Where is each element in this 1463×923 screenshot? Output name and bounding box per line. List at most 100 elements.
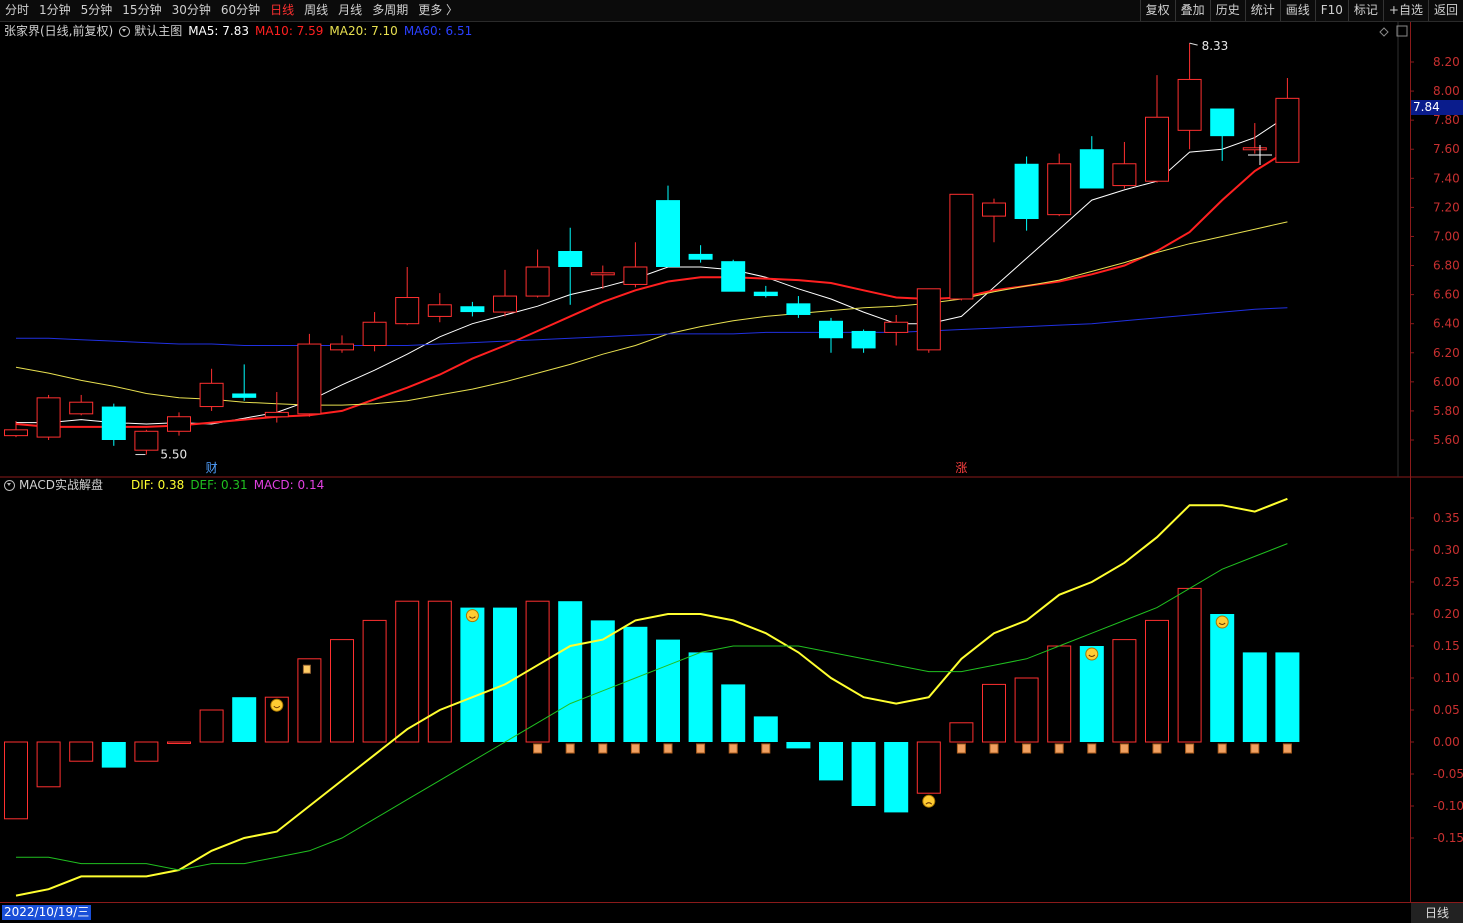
- tool-3[interactable]: 统计: [1244, 0, 1280, 21]
- macd-bar: [460, 607, 485, 742]
- macd-bar: [819, 742, 843, 781]
- ma20-line: [15, 221, 1288, 406]
- candle-body: [590, 272, 615, 276]
- smiley-icon: [1215, 615, 1229, 629]
- tool-2[interactable]: 历史: [1209, 0, 1245, 21]
- bottom-bar: 2022/10/19/三 日线: [0, 902, 1463, 923]
- candle-body: [264, 411, 289, 418]
- macd-bar: [753, 716, 778, 742]
- signal-icon: [728, 743, 738, 754]
- candle-body: [1014, 163, 1039, 220]
- period-6[interactable]: 日线: [265, 0, 299, 21]
- dropdown-icon[interactable]: [4, 479, 15, 491]
- macd-tick-label: 0.05: [1433, 703, 1460, 717]
- period-10[interactable]: 更多 〉: [413, 0, 463, 21]
- macd-bar: [949, 722, 974, 743]
- smiley-icon: [1085, 647, 1099, 661]
- cursor-date: 2022/10/19/三: [2, 905, 92, 920]
- period-label[interactable]: 日线: [1411, 903, 1463, 923]
- event-mark-finance: 财: [206, 461, 218, 475]
- tool-4[interactable]: 画线: [1279, 0, 1315, 21]
- tool-1[interactable]: 叠加: [1174, 0, 1210, 21]
- candle-body: [427, 304, 452, 317]
- macd-tick-label: 0.20: [1433, 607, 1460, 621]
- tool-0[interactable]: 复权: [1139, 0, 1175, 21]
- signal-icon: [1152, 743, 1162, 754]
- candle-body: [1047, 163, 1072, 216]
- frown-icon: [925, 802, 933, 805]
- dropdown-icon[interactable]: [119, 25, 131, 37]
- macd-bar: [688, 652, 713, 742]
- candle-body: [558, 251, 583, 267]
- candle-body: [916, 288, 941, 351]
- candle-body: [982, 202, 1006, 217]
- macd-bar: [167, 741, 191, 744]
- smiley-icon: [1088, 654, 1096, 657]
- macd-header: MACD实战解盘 DIF: 0.38 DEF: 0.31 MACD: 0.14: [4, 476, 330, 494]
- ma60-line: [16, 307, 1288, 346]
- price-tick-label: 7.40: [1433, 171, 1460, 185]
- price-tick-label: 5.60: [1433, 433, 1460, 447]
- macd-tick-label: -0.10: [1433, 799, 1463, 813]
- candle-body: [232, 393, 257, 398]
- macd-tick-label: 0.15: [1433, 639, 1460, 653]
- period-2[interactable]: 5分钟: [76, 0, 118, 21]
- candle-body: [786, 303, 811, 315]
- macd-bar: [1047, 645, 1072, 743]
- macd-bar: [1242, 652, 1267, 742]
- period-selector: 分时 1分钟 5分钟 15分钟 30分钟 60分钟 日线 周线 月线 多周期 更多 〉: [0, 0, 463, 21]
- period-9[interactable]: 多周期: [367, 0, 413, 21]
- tool-5[interactable]: F10: [1314, 0, 1348, 21]
- signal-icon: [989, 743, 999, 754]
- template-name[interactable]: 默认主图: [134, 22, 182, 40]
- signal-icon: [1119, 743, 1129, 754]
- ma20-value: MA20: 7.10: [329, 24, 398, 38]
- candle-body: [1210, 108, 1235, 137]
- candle-body: [36, 397, 61, 438]
- smiley-icon: [273, 705, 281, 709]
- macd-bar: [721, 684, 746, 742]
- period-8[interactable]: 月线: [333, 0, 367, 21]
- period-1[interactable]: 1分钟: [34, 0, 76, 21]
- macd-bar: [199, 709, 224, 743]
- macd-bar: [1177, 587, 1202, 743]
- macd-bar: [851, 742, 876, 806]
- period-7[interactable]: 周线: [299, 0, 333, 21]
- event-mark-rise: 涨: [955, 460, 967, 475]
- tool-6[interactable]: 标记: [1347, 0, 1383, 21]
- tool-7[interactable]: +自选: [1382, 0, 1428, 21]
- kline-chart[interactable]: 8.20 8.00 7.80 7.60 7.40 7.20 7.00 6.80 6.60 6.40…: [0, 0, 1463, 922]
- dif-value: DIF: 0.38: [130, 478, 185, 492]
- indicator-name[interactable]: MACD实战解盘: [19, 476, 103, 494]
- signal-icon: [956, 743, 966, 754]
- frown-icon: [922, 794, 936, 808]
- macd-bar: [1210, 614, 1235, 742]
- period-4[interactable]: 30分钟: [167, 0, 216, 21]
- price-tick-label: 7.00: [1433, 229, 1460, 243]
- macd-bar: [558, 601, 583, 742]
- top-toolbar: 分时 1分钟 5分钟 15分钟 30分钟 60分钟 日线 周线 月线 多周期 更多 〉 复权 叠加 历史…: [0, 0, 1463, 22]
- smiley-icon: [469, 616, 476, 619]
- macd-bar: [297, 658, 322, 743]
- period-0[interactable]: 分时: [0, 0, 34, 21]
- period-5[interactable]: 60分钟: [216, 0, 265, 21]
- candle-body: [330, 343, 354, 351]
- signal-icon: [1054, 743, 1064, 754]
- macd-tick-label: 0.10: [1433, 671, 1460, 685]
- macd-bar: [623, 626, 648, 742]
- period-3[interactable]: 15分钟: [117, 0, 166, 21]
- signal-icon: [565, 743, 575, 754]
- smiley-icon: [465, 609, 479, 623]
- macd-bar: [36, 741, 61, 788]
- macd-tick-label: -0.05: [1433, 767, 1463, 781]
- ma5-line: [16, 115, 1288, 425]
- candle-body: [721, 261, 746, 292]
- macd-bar: [232, 697, 257, 742]
- tool-buttons: 复权 叠加 历史 统计 画线 F10 标记 +自选 返回: [1139, 0, 1463, 21]
- candle-body: [134, 430, 159, 451]
- price-tick-label: 6.60: [1433, 288, 1460, 302]
- macd-value: MACD: 0.14: [253, 478, 325, 492]
- tool-8[interactable]: 返回: [1427, 0, 1463, 21]
- macd-tick-label: 0.30: [1433, 543, 1460, 557]
- macd-bar: [493, 607, 517, 742]
